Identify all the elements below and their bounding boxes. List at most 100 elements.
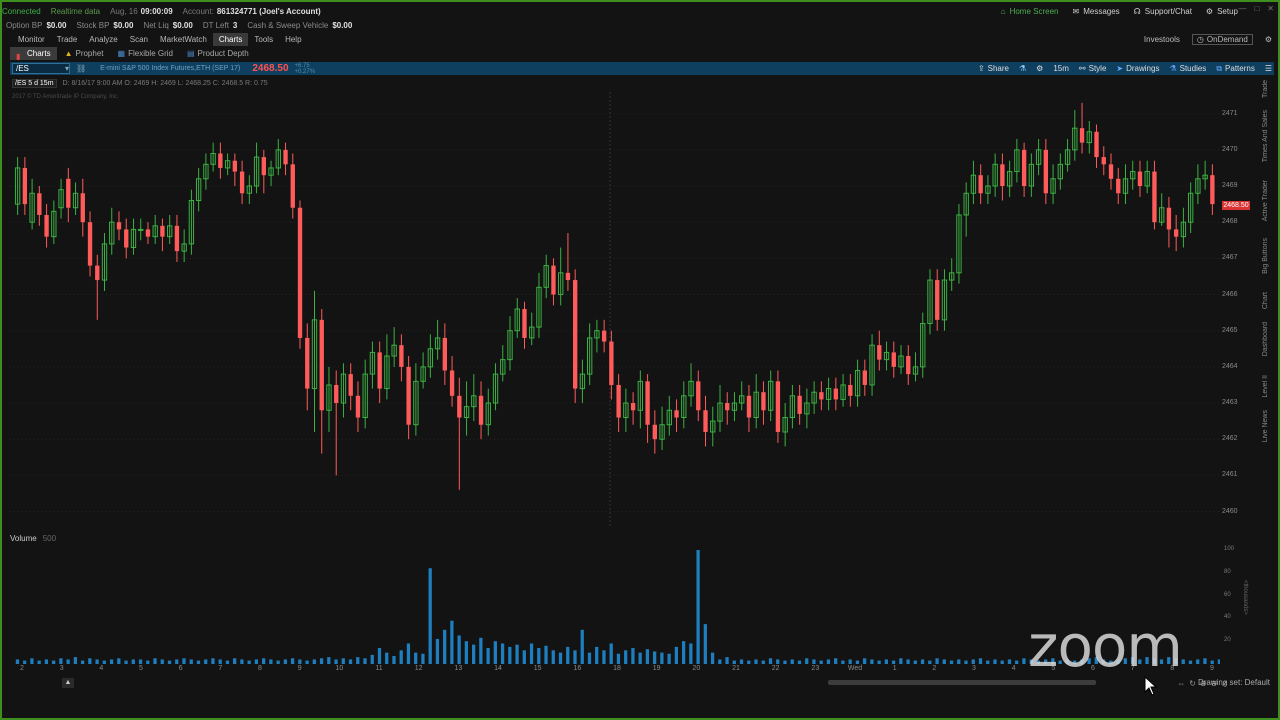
volume-bar bbox=[290, 658, 295, 664]
sidebar-item-trade[interactable]: Trade bbox=[1262, 80, 1276, 98]
account-selector[interactable]: 861324771 (Joel's Account) bbox=[217, 7, 321, 16]
style-button[interactable]: ⚯ Style bbox=[1079, 64, 1107, 73]
candle bbox=[275, 139, 281, 176]
sidebar-item-dashboard[interactable]: Dashboard bbox=[1262, 322, 1276, 356]
volume-bar bbox=[276, 660, 280, 664]
sidebar-item-active-trader[interactable]: Active Trader bbox=[1262, 180, 1276, 221]
tab-prophet[interactable]: ▲ Prophet bbox=[59, 47, 110, 60]
menu-monitor[interactable]: Monitor bbox=[12, 33, 51, 46]
candle bbox=[478, 381, 484, 440]
link-icon[interactable]: ⛓ bbox=[76, 64, 86, 73]
candle bbox=[710, 406, 716, 447]
volume-bar bbox=[689, 643, 693, 664]
candle bbox=[384, 334, 390, 400]
tab-product-depth[interactable]: ▤ Product Depth bbox=[181, 47, 255, 60]
drawings-button[interactable]: ➤ Drawings bbox=[1116, 64, 1159, 73]
volume-bar bbox=[211, 658, 215, 664]
menu-charts[interactable]: Charts bbox=[212, 33, 249, 46]
time-scrollbar[interactable] bbox=[828, 680, 1096, 685]
volume-bar bbox=[1000, 660, 1004, 664]
volume-bar bbox=[725, 657, 729, 664]
investools-link[interactable]: Investools bbox=[1144, 35, 1180, 44]
menu-analyze[interactable]: Analyze bbox=[83, 33, 123, 46]
volume-bar bbox=[595, 646, 599, 664]
candle bbox=[319, 309, 324, 454]
price-chart[interactable] bbox=[10, 92, 1220, 526]
time-tick: 5 bbox=[139, 665, 143, 672]
candle bbox=[927, 269, 933, 335]
candle bbox=[920, 312, 926, 378]
minimize-icon[interactable]: — bbox=[1238, 4, 1246, 13]
time-tick: 4 bbox=[1011, 665, 1016, 672]
chart-symbol-period[interactable]: /ES 5 d 15m bbox=[12, 79, 57, 88]
reset-icon[interactable]: ↻ bbox=[1189, 679, 1196, 688]
studies-button[interactable]: ⚗ Studies bbox=[1169, 64, 1206, 73]
volume-bar bbox=[826, 659, 831, 664]
volume-bar bbox=[812, 659, 816, 664]
candle bbox=[492, 363, 499, 411]
candle bbox=[22, 157, 28, 215]
time-tick: 22 bbox=[771, 665, 780, 672]
candle bbox=[124, 218, 129, 259]
volume-bar bbox=[1210, 660, 1214, 664]
price-tick: 2464 bbox=[1222, 362, 1238, 370]
chart-settings-button[interactable]: ⚙ bbox=[1036, 64, 1043, 73]
main-menu: Monitor Trade Analyze Scan MarketWatch C… bbox=[2, 33, 1278, 46]
last-price-marker: 2468.50 bbox=[1222, 201, 1250, 210]
symbol-input[interactable]: /ES ▾ bbox=[12, 63, 70, 74]
menu-scan[interactable]: Scan bbox=[124, 33, 154, 46]
menu-marketwatch[interactable]: MarketWatch bbox=[154, 33, 213, 46]
volume-bar bbox=[515, 644, 519, 664]
candle bbox=[912, 352, 919, 382]
sidebar-item-big-buttons[interactable]: Big Buttons bbox=[1262, 238, 1276, 274]
home-screen-link[interactable]: ⌂ Home Screen bbox=[1001, 7, 1059, 16]
candle bbox=[1180, 207, 1187, 248]
volume-bar bbox=[392, 656, 396, 664]
flask-button[interactable]: ⚗ bbox=[1019, 64, 1026, 73]
volume-bar bbox=[109, 659, 114, 664]
volume-bar bbox=[935, 658, 939, 664]
candle bbox=[768, 370, 774, 422]
setup-link[interactable]: ⚙ Setup bbox=[1206, 7, 1238, 16]
close-icon[interactable]: ✕ bbox=[1267, 4, 1274, 13]
settings-icon[interactable]: ⚙ bbox=[1265, 35, 1272, 44]
candle bbox=[804, 388, 810, 429]
volume-bar bbox=[262, 658, 266, 664]
volume-bar bbox=[240, 659, 244, 664]
menu-tools[interactable]: Tools bbox=[248, 33, 279, 46]
sidebar-item-live-news[interactable]: Live News bbox=[1262, 410, 1276, 442]
volume-bar bbox=[146, 660, 150, 664]
maximize-icon[interactable]: □ bbox=[1254, 4, 1259, 13]
dropdown-icon[interactable]: ▾ bbox=[65, 64, 69, 73]
volume-tick: 20 bbox=[1224, 637, 1231, 644]
flask-icon: ⚗ bbox=[1019, 64, 1027, 73]
sidebar-item-times-and-sales[interactable]: Times And Sales bbox=[1262, 110, 1276, 162]
candle bbox=[268, 160, 274, 187]
candle bbox=[601, 319, 607, 353]
tab-charts[interactable]: ▮ Charts bbox=[10, 47, 57, 61]
drawing-set-selector[interactable]: Drawing set: Default bbox=[1198, 677, 1270, 689]
candle bbox=[311, 290, 318, 432]
tab-flexible-grid[interactable]: ▦ Flexible Grid bbox=[112, 47, 179, 60]
expand-button[interactable]: ▲ bbox=[62, 678, 74, 688]
menu-help[interactable]: Help bbox=[279, 33, 307, 46]
candle bbox=[1108, 153, 1114, 190]
menu-trade[interactable]: Trade bbox=[51, 33, 84, 46]
messages-link[interactable]: ✉ Messages bbox=[1073, 7, 1120, 16]
share-button[interactable]: ⇪ Share bbox=[978, 64, 1009, 73]
sidebar-item-chart[interactable]: Chart bbox=[1262, 292, 1276, 309]
menu-icon[interactable]: ☰ bbox=[1265, 64, 1272, 73]
sidebar-item-level-ii[interactable]: Level II bbox=[1262, 375, 1276, 398]
support-chat-link[interactable]: ☊ Support/Chat bbox=[1134, 7, 1192, 16]
candle bbox=[326, 366, 332, 432]
date-label: Aug, 16 bbox=[110, 6, 138, 16]
ondemand-button[interactable]: ◷ OnDemand bbox=[1191, 34, 1253, 45]
volume-bar bbox=[653, 651, 657, 664]
volume-bar bbox=[834, 658, 838, 664]
timeframe-button[interactable]: 15m bbox=[1053, 64, 1069, 73]
volume-bar bbox=[761, 660, 765, 664]
gear-icon: ⚙ bbox=[1205, 6, 1214, 16]
patterns-button[interactable]: ⧉ Patterns bbox=[1216, 64, 1255, 74]
volume-bar bbox=[537, 648, 541, 664]
candle bbox=[297, 200, 303, 349]
